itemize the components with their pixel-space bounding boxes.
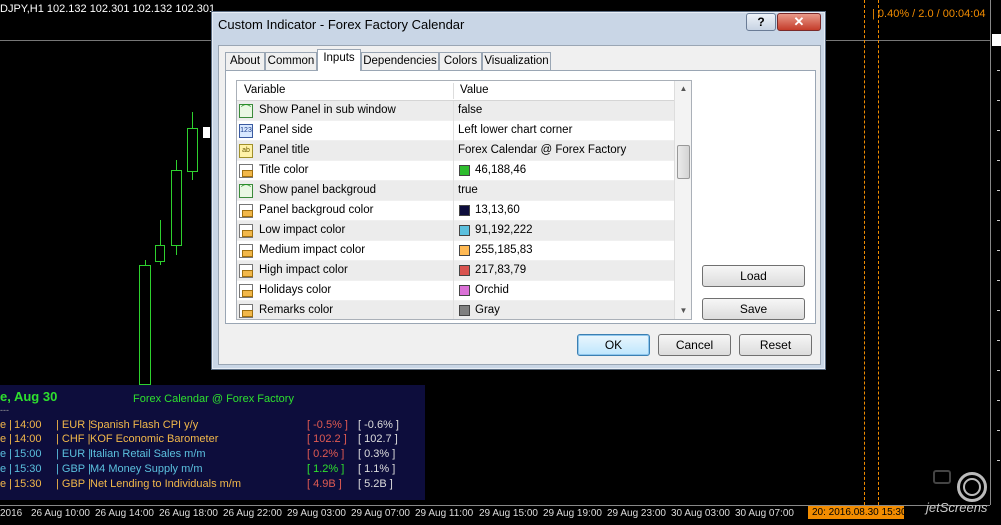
color-swatch (459, 205, 470, 216)
candle (155, 245, 165, 262)
candle (139, 265, 151, 385)
calendar-panel-title: Forex Calendar @ Forex Factory (133, 393, 294, 405)
inputs-tab-panel: Variable Value ⌒ Show Panel in sub windo… (225, 70, 816, 324)
calendar-date-header: e, Aug 30 (0, 389, 58, 404)
period-separator-line (878, 0, 879, 505)
table-row[interactable]: Remarks color Gray (237, 301, 674, 319)
calendar-event-row: e | 14:00 | EUR | Spanish Flash CPI y/y … (0, 419, 399, 431)
mt4-chart-window: DJPY,H1 102.132 102.301 102.132 102.301 … (0, 0, 1001, 525)
tab-about[interactable]: About (225, 52, 265, 71)
table-row[interactable]: Panel backgroud color 13,13,60 (237, 201, 674, 221)
period-separator-line (864, 0, 865, 505)
help-button[interactable]: ? (746, 13, 776, 31)
color-type-icon (239, 244, 253, 258)
table-row[interactable]: 123 Panel side Left lower chart corner (237, 121, 674, 141)
calendar-event-row: e | 14:00 | CHF | KOF Economic Barometer… (0, 433, 398, 445)
string-type-icon: ab (239, 144, 253, 158)
calendar-divider: --- (0, 405, 9, 415)
current-price-marker (992, 34, 1001, 46)
scrollbar-thumb[interactable] (677, 145, 690, 179)
jetscreenshot-watermark: jetScreens (926, 500, 988, 515)
color-type-icon (239, 204, 253, 218)
table-row[interactable]: Medium impact color 255,185,83 (237, 241, 674, 261)
integer-type-icon: 123 (239, 124, 253, 138)
color-type-icon (239, 164, 253, 178)
custom-indicator-dialog: Custom Indicator - Forex Factory Calenda… (211, 11, 826, 370)
color-type-icon (239, 224, 253, 238)
tab-inputs[interactable]: Inputs (317, 49, 361, 71)
table-row[interactable]: Holidays color Orchid (237, 281, 674, 301)
calendar-event-row: e | 15:30 | GBP | M4 Money Supply m/m [ … (0, 463, 396, 475)
candle (187, 128, 198, 172)
spread-stats: | 0.40% / 2.0 / 00:04:04 (872, 8, 986, 20)
close-button[interactable]: ✕ (777, 13, 821, 31)
scroll-down-icon[interactable]: ▼ (675, 303, 691, 319)
color-swatch (459, 305, 470, 316)
jetscreenshot-logo-inner (963, 478, 981, 496)
color-type-icon (239, 284, 253, 298)
camera-icon (933, 470, 951, 484)
current-time-label: 20: 2016.08.30 15:30 (808, 506, 907, 519)
load-button[interactable]: Load (702, 265, 805, 287)
boolean-type-icon: ⌒ (239, 184, 253, 198)
candle (203, 127, 210, 138)
inputs-grid: Variable Value ⌒ Show Panel in sub windo… (236, 80, 692, 320)
table-row[interactable]: ⌒ Show Panel in sub window false (237, 101, 674, 121)
column-header-variable[interactable]: Variable (244, 84, 285, 96)
dialog-body: About Common Inputs Dependencies Colors … (218, 45, 821, 365)
grid-header: Variable Value (237, 81, 674, 101)
color-type-icon (239, 304, 253, 318)
color-swatch (459, 165, 470, 176)
scroll-up-icon[interactable]: ▲ (675, 81, 691, 97)
table-row[interactable]: Title color 46,188,46 (237, 161, 674, 181)
tab-colors[interactable]: Colors (439, 52, 482, 71)
reset-button[interactable]: Reset (739, 334, 812, 356)
cancel-button[interactable]: Cancel (658, 334, 731, 356)
table-row[interactable]: Low impact color 91,192,222 (237, 221, 674, 241)
color-swatch (459, 265, 470, 276)
calendar-event-row: e | 15:30 | GBP | Net Lending to Individ… (0, 478, 393, 490)
table-row[interactable]: High impact color 217,83,79 (237, 261, 674, 281)
candle (171, 170, 182, 246)
tab-visualization[interactable]: Visualization (482, 52, 551, 71)
table-row[interactable]: ab Panel title Forex Calendar @ Forex Fa… (237, 141, 674, 161)
save-button[interactable]: Save (702, 298, 805, 320)
column-header-value[interactable]: Value (460, 84, 489, 96)
tab-common[interactable]: Common (265, 52, 317, 71)
table-row[interactable]: ⌒ Show panel backgroud true (237, 181, 674, 201)
boolean-type-icon: ⌒ (239, 104, 253, 118)
color-swatch (459, 285, 470, 296)
color-swatch (459, 245, 470, 256)
color-swatch (459, 225, 470, 236)
color-type-icon (239, 264, 253, 278)
calendar-panel: e, Aug 30 Forex Calendar @ Forex Factory… (0, 385, 425, 500)
chart-symbol-label: DJPY,H1 102.132 102.301 102.132 102.301 (0, 3, 216, 15)
grid-scrollbar[interactable]: ▲ ▼ (674, 81, 691, 319)
tab-dependencies[interactable]: Dependencies (361, 52, 439, 71)
ok-button[interactable]: OK (577, 334, 650, 356)
price-scale[interactable] (990, 0, 1001, 505)
dialog-title: Custom Indicator - Forex Factory Calenda… (218, 17, 465, 32)
calendar-event-row: e | 15:00 | EUR | Italian Retail Sales m… (0, 448, 396, 460)
